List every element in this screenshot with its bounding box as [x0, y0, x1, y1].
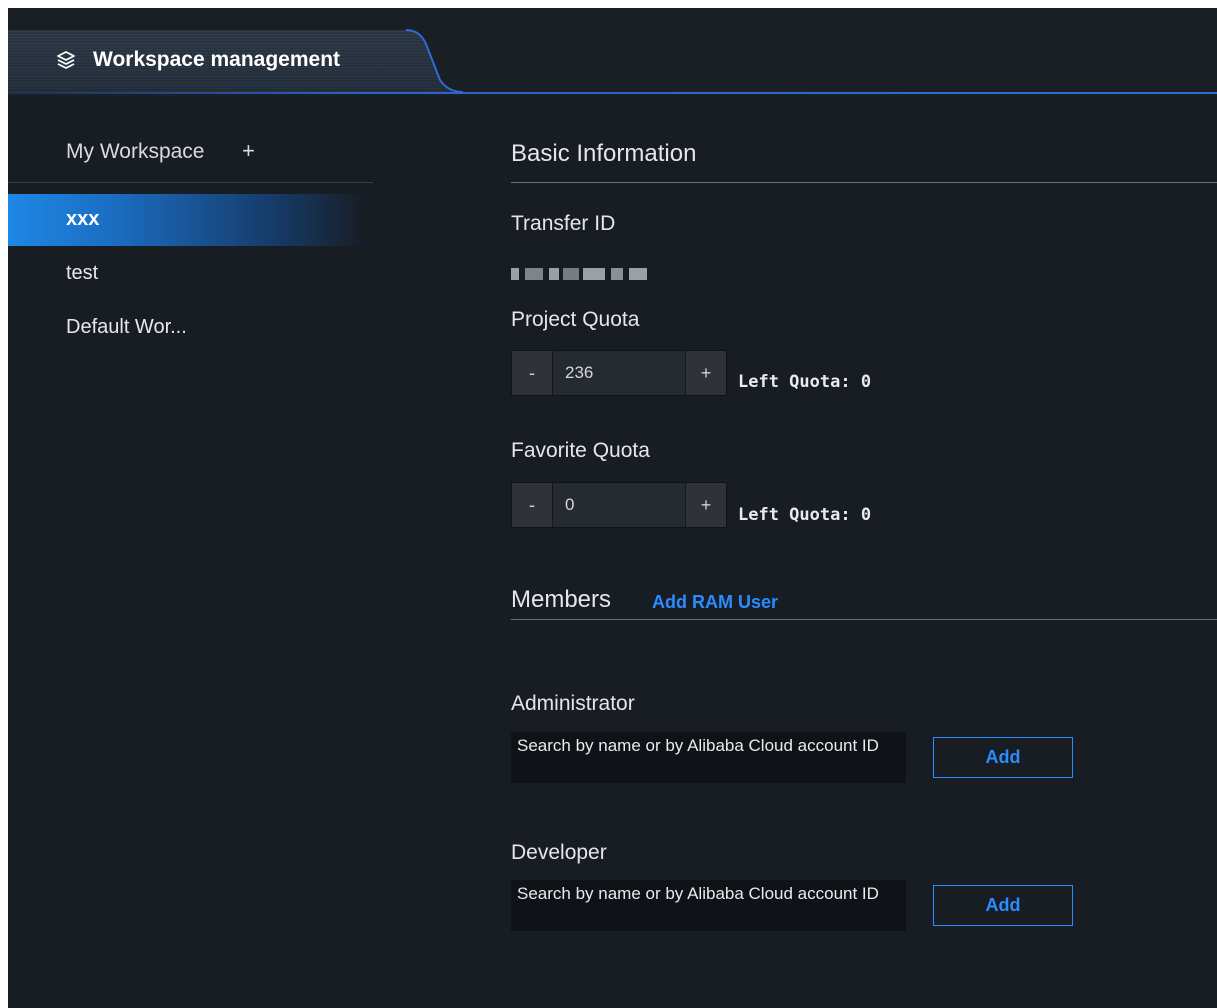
tab-workspace-management[interactable]: Workspace management	[8, 28, 463, 94]
project-quota-stepper: - +	[511, 350, 727, 396]
favorite-quota-label: Favorite Quota	[511, 439, 650, 462]
sidebar-item-label: test	[66, 262, 99, 284]
project-quota-decrement-button[interactable]: -	[512, 351, 553, 395]
app-window: Workspace management My Workspace + xxx …	[8, 8, 1217, 1008]
tab-bar-underline	[8, 92, 1217, 94]
sidebar-item-label: xxx	[66, 208, 100, 230]
workspace-sidebar: My Workspace + xxx test Default Wor...	[8, 98, 388, 1008]
sidebar-item-xxx[interactable]: xxx	[8, 194, 368, 246]
sidebar-title: My Workspace	[66, 140, 205, 163]
favorite-quota-increment-button[interactable]: +	[685, 483, 726, 527]
basic-information-title: Basic Information	[511, 140, 697, 167]
project-quota-label: Project Quota	[511, 308, 640, 331]
add-workspace-button[interactable]: +	[242, 138, 255, 164]
project-quota-increment-button[interactable]: +	[685, 351, 726, 395]
transfer-id-label: Transfer ID	[511, 212, 616, 235]
administrator-label: Administrator	[511, 692, 635, 715]
workspace-detail: Basic Information Transfer ID Project Qu…	[511, 98, 1217, 1008]
favorite-quota-decrement-button[interactable]: -	[512, 483, 553, 527]
layers-icon	[57, 51, 75, 69]
administrator-search-input[interactable]	[517, 735, 900, 780]
sidebar-item-default-workspace[interactable]: Default Wor...	[8, 302, 368, 354]
project-quota-input[interactable]	[553, 351, 684, 395]
sidebar-item-test[interactable]: test	[8, 248, 368, 300]
favorite-quota-stepper: - +	[511, 482, 727, 528]
transfer-id-value-redacted	[511, 266, 651, 284]
divider	[511, 182, 1217, 183]
tab-label: Workspace management	[93, 48, 341, 71]
divider	[511, 619, 1217, 620]
sidebar-item-label: Default Wor...	[66, 316, 187, 338]
administrator-search-box	[511, 732, 906, 783]
developer-search-box	[511, 880, 906, 931]
developer-label: Developer	[511, 841, 607, 864]
add-administrator-button[interactable]: Add	[933, 737, 1073, 778]
developer-search-input[interactable]	[517, 883, 900, 928]
project-left-quota: Left Quota: 0	[738, 372, 872, 392]
favorite-left-quota: Left Quota: 0	[738, 505, 872, 525]
add-developer-button[interactable]: Add	[933, 885, 1073, 926]
favorite-quota-input[interactable]	[553, 483, 684, 527]
divider	[8, 182, 373, 183]
members-title: Members	[511, 586, 612, 613]
add-ram-user-link[interactable]: Add RAM User	[652, 592, 778, 613]
tab-bar: Workspace management	[8, 8, 1217, 98]
